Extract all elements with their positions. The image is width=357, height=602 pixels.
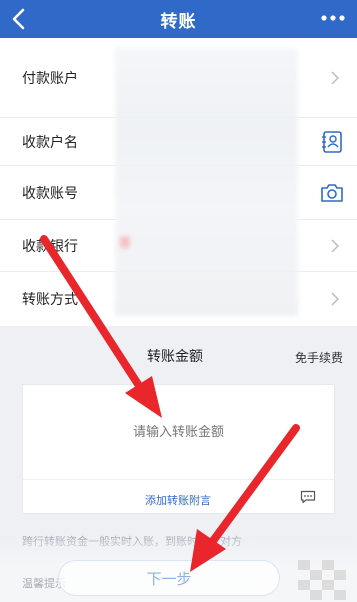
next-button[interactable]: 下一步 xyxy=(58,560,280,596)
row-label-payee-name: 收款户名 xyxy=(22,135,78,151)
chat-icon[interactable] xyxy=(300,490,316,504)
redacted-values xyxy=(115,48,298,316)
contacts-icon[interactable] xyxy=(319,129,345,155)
row-label-payee-bank: 收款银行 xyxy=(22,239,78,255)
page-title: 转账 xyxy=(160,11,197,32)
fee-label: 免手续费 xyxy=(294,351,343,365)
amount-input[interactable] xyxy=(23,425,334,440)
nav-bar: 转账 xyxy=(0,0,357,38)
chevron-right-icon xyxy=(331,71,339,85)
back-icon[interactable] xyxy=(8,7,32,31)
row-label-payee-account: 收款账号 xyxy=(22,186,78,202)
bank-logo xyxy=(120,236,130,248)
chevron-right-icon xyxy=(331,292,339,306)
checker-pattern xyxy=(298,560,346,600)
amount-title: 转账金额 xyxy=(147,349,203,365)
camera-icon[interactable] xyxy=(319,180,345,206)
more-icon[interactable] xyxy=(321,13,345,23)
row-label-transfer-method: 转账方式 xyxy=(22,292,78,308)
row-label-payer-account: 付款账户 xyxy=(22,71,78,87)
chevron-right-icon xyxy=(331,239,339,253)
add-memo-link[interactable]: 添加转账附言 xyxy=(145,492,211,508)
amount-card: 添加转账附言 xyxy=(22,384,335,514)
